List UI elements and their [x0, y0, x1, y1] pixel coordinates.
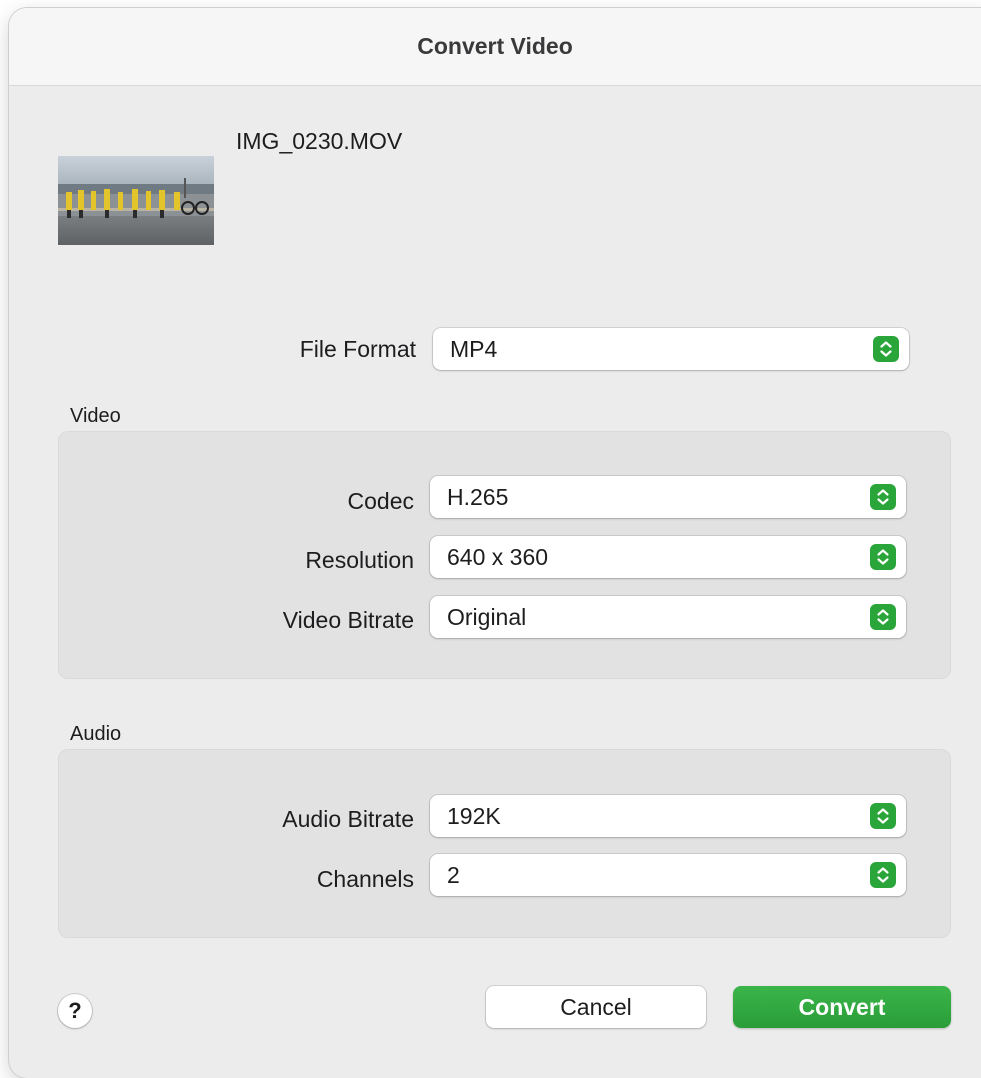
audio-section-label: Audio	[70, 723, 122, 745]
help-button[interactable]: ?	[58, 994, 92, 1028]
audio-bitrate-popup[interactable]: 192K	[430, 795, 906, 837]
convert-video-dialog: Convert Video IMG_0230.MOV File Format M…	[9, 8, 981, 1078]
video-bitrate-popup[interactable]: Original	[430, 596, 906, 638]
resolution-label: Resolution	[305, 547, 414, 573]
audio-bitrate-value: 192K	[447, 803, 501, 829]
up-down-chevron-icon	[870, 862, 896, 888]
video-thumbnail	[58, 156, 214, 245]
question-mark-icon: ?	[68, 998, 82, 1023]
video-bitrate-value: Original	[447, 604, 527, 630]
codec-popup[interactable]: H.265	[430, 476, 906, 518]
up-down-chevron-icon	[870, 604, 896, 630]
title-bar: Convert Video	[9, 8, 981, 86]
resolution-popup[interactable]: 640 x 360	[430, 536, 906, 578]
up-down-chevron-icon	[870, 803, 896, 829]
file-format-label: File Format	[299, 336, 416, 362]
file-format-popup[interactable]: MP4	[433, 328, 909, 370]
video-bitrate-label: Video Bitrate	[282, 607, 414, 633]
codec-value: H.265	[447, 484, 509, 510]
file-format-value: MP4	[450, 336, 498, 362]
thumbnail-image	[58, 156, 214, 245]
file-name: IMG_0230.MOV	[236, 128, 403, 154]
up-down-chevron-icon	[870, 484, 896, 510]
cancel-button[interactable]: Cancel	[486, 986, 706, 1028]
up-down-chevron-icon	[873, 336, 899, 362]
audio-settings-group	[58, 749, 951, 938]
audio-bitrate-label: Audio Bitrate	[282, 806, 414, 832]
up-down-chevron-icon	[870, 544, 896, 570]
video-section-label: Video	[70, 405, 121, 427]
dialog-title: Convert Video	[417, 33, 573, 59]
convert-button[interactable]: Convert	[733, 986, 951, 1028]
channels-label: Channels	[316, 866, 414, 892]
channels-value: 2	[447, 862, 460, 888]
codec-label: Codec	[347, 488, 414, 514]
resolution-value: 640 x 360	[447, 544, 549, 570]
channels-popup[interactable]: 2	[430, 854, 906, 896]
